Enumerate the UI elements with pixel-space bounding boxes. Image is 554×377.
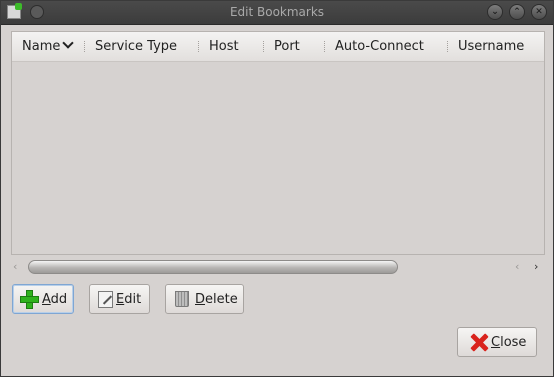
column-header-host[interactable]: Host: [209, 32, 239, 61]
column-header-port[interactable]: Port: [274, 32, 300, 61]
close-button[interactable]: Close: [457, 327, 537, 357]
column-divider[interactable]: [447, 41, 448, 52]
column-divider[interactable]: [198, 41, 199, 52]
column-header-name[interactable]: Name: [22, 32, 75, 61]
column-header-service-type[interactable]: Service Type: [95, 32, 177, 61]
edit-button[interactable]: Edit: [89, 284, 150, 314]
close-window-icon[interactable]: ✕: [531, 4, 547, 20]
scroll-left-arrow-icon[interactable]: ‹: [515, 259, 519, 275]
trash-icon: [175, 291, 189, 307]
add-button[interactable]: Add: [12, 284, 74, 314]
maximize-icon[interactable]: ⌃: [509, 4, 525, 20]
minimize-icon[interactable]: ⌄: [487, 4, 503, 20]
bookmarks-table[interactable]: Name Service Type Host Port Auto-Connect…: [11, 31, 545, 255]
close-x-icon: [469, 332, 489, 352]
scroll-right-arrow-icon[interactable]: ›: [534, 259, 538, 275]
delete-button[interactable]: Delete: [165, 284, 244, 314]
column-divider[interactable]: [263, 41, 264, 52]
edit-icon: [98, 290, 113, 308]
column-header-auto-connect[interactable]: Auto-Connect: [335, 32, 424, 61]
column-divider[interactable]: [84, 41, 85, 52]
scrollbar-track[interactable]: [28, 260, 528, 274]
scrollbar-thumb[interactable]: [28, 260, 398, 274]
column-header-username[interactable]: Username: [458, 32, 524, 61]
chevron-down-icon: [62, 37, 75, 49]
title-bar[interactable]: Edit Bookmarks ⌄ ⌃ ✕: [1, 1, 553, 25]
edit-button-label: Edit: [116, 291, 142, 307]
column-divider[interactable]: [324, 41, 325, 52]
edit-bookmarks-window: Edit Bookmarks ⌄ ⌃ ✕ Name Service Type H…: [0, 0, 554, 377]
window-title: Edit Bookmarks: [229, 5, 325, 19]
horizontal-scrollbar[interactable]: ‹ ‹ ›: [11, 259, 545, 275]
plus-icon: [19, 289, 39, 309]
table-header: Name Service Type Host Port Auto-Connect…: [12, 32, 544, 62]
add-button-label: Add: [42, 291, 68, 307]
scroll-left-arrow-icon[interactable]: ‹: [13, 259, 17, 275]
delete-button-label: Delete: [195, 291, 238, 307]
close-button-label: Close: [491, 334, 527, 350]
